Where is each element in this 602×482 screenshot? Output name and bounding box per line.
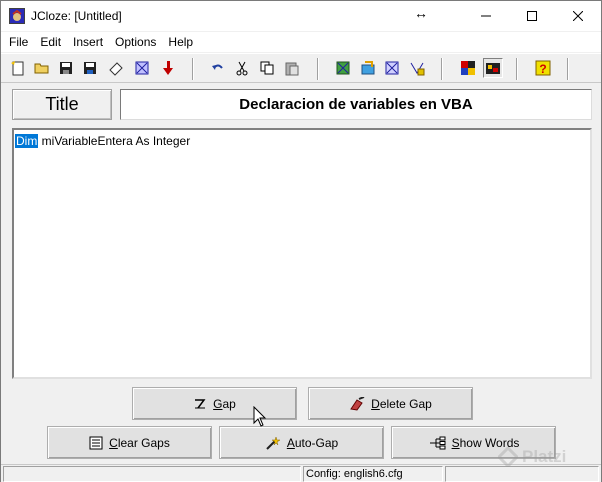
- menu-edit[interactable]: Edit: [34, 32, 67, 52]
- open-folder-icon[interactable]: [32, 58, 52, 78]
- delete-gap-button-label: Delete Gap: [371, 396, 432, 411]
- gap-button-label: Gap: [213, 396, 236, 411]
- toolbar-separator: [567, 58, 569, 80]
- network-export-icon[interactable]: [407, 58, 427, 78]
- status-config: Config: english6.cfg: [303, 466, 443, 482]
- undo-icon[interactable]: [208, 58, 228, 78]
- web-page-icon[interactable]: [132, 58, 152, 78]
- title-button[interactable]: Title: [12, 89, 112, 120]
- close-icon: [573, 11, 583, 21]
- exercise-title-field[interactable]: Declaracion de variables en VBA: [120, 89, 592, 120]
- maximize-icon: [527, 11, 537, 21]
- shuffle-icon[interactable]: [458, 58, 478, 78]
- app-window: JCloze: [Untitled] ↔ File Edit Insert Op…: [0, 0, 602, 482]
- menu-file[interactable]: File: [1, 32, 34, 52]
- minimize-icon: [481, 15, 491, 17]
- clear-gaps-button[interactable]: Clear Gaps: [47, 426, 212, 459]
- web-page-alt-icon[interactable]: [382, 58, 402, 78]
- resize-cursor-icon: ↔: [414, 5, 428, 21]
- gap-icon: [195, 398, 206, 408]
- export-arrow-icon[interactable]: [158, 58, 178, 78]
- save-icon[interactable]: [56, 58, 76, 78]
- export-drag-drop-icon[interactable]: [358, 58, 378, 78]
- delete-gap-button[interactable]: Delete Gap: [308, 387, 473, 420]
- auto-gap-button-label: Auto-Gap: [286, 435, 339, 450]
- gap-button[interactable]: Gap: [132, 387, 297, 420]
- window-title: JCloze: [Untitled]: [31, 9, 122, 23]
- help-icon[interactable]: ?: [533, 58, 553, 78]
- cut-icon[interactable]: [232, 58, 252, 78]
- toolbar-separator: [516, 58, 518, 80]
- menu-help[interactable]: Help: [162, 32, 199, 52]
- eraser-icon: [350, 396, 365, 411]
- create-web-page-icon[interactable]: [333, 58, 353, 78]
- copy-icon[interactable]: [257, 58, 277, 78]
- clear-list-icon: [89, 436, 103, 449]
- active-tool-icon[interactable]: [483, 58, 503, 78]
- status-panel-right: [445, 466, 599, 482]
- tree-list-icon: [429, 436, 446, 449]
- toolbar: ?: [1, 53, 601, 83]
- text-editor[interactable]: Dim miVariableEntera As Integer: [12, 128, 592, 379]
- paste-icon[interactable]: [282, 58, 302, 78]
- title-bar: JCloze: [Untitled] ↔: [1, 1, 601, 31]
- clear-icon[interactable]: [106, 58, 126, 78]
- selected-text: Dim: [15, 134, 39, 148]
- mouse-pointer-icon: [253, 406, 267, 427]
- menu-insert[interactable]: Insert: [67, 32, 109, 52]
- status-panel-left: [3, 466, 301, 482]
- maximize-button[interactable]: [509, 1, 555, 31]
- toolbar-separator: [317, 58, 319, 80]
- clear-gaps-button-label: Clear Gaps: [109, 435, 170, 450]
- menu-options[interactable]: Options: [109, 32, 162, 52]
- menu-bar: File Edit Insert Options Help: [1, 32, 601, 52]
- platzi-logo-icon: [498, 447, 518, 467]
- editor-text: miVariableEntera As Integer: [38, 134, 191, 148]
- auto-gap-button[interactable]: Auto-Gap: [219, 426, 384, 459]
- new-file-icon[interactable]: [8, 58, 28, 78]
- magic-wand-icon: [266, 435, 281, 450]
- platzi-watermark: Platzi: [498, 447, 566, 467]
- svg-text:?: ?: [539, 62, 546, 76]
- jcloze-app-icon[interactable]: [9, 8, 25, 24]
- toolbar-separator: [441, 58, 443, 80]
- close-button[interactable]: [555, 1, 601, 31]
- toolbar-separator: [192, 58, 194, 80]
- minimize-button[interactable]: [463, 1, 509, 31]
- save-as-icon[interactable]: [80, 58, 100, 78]
